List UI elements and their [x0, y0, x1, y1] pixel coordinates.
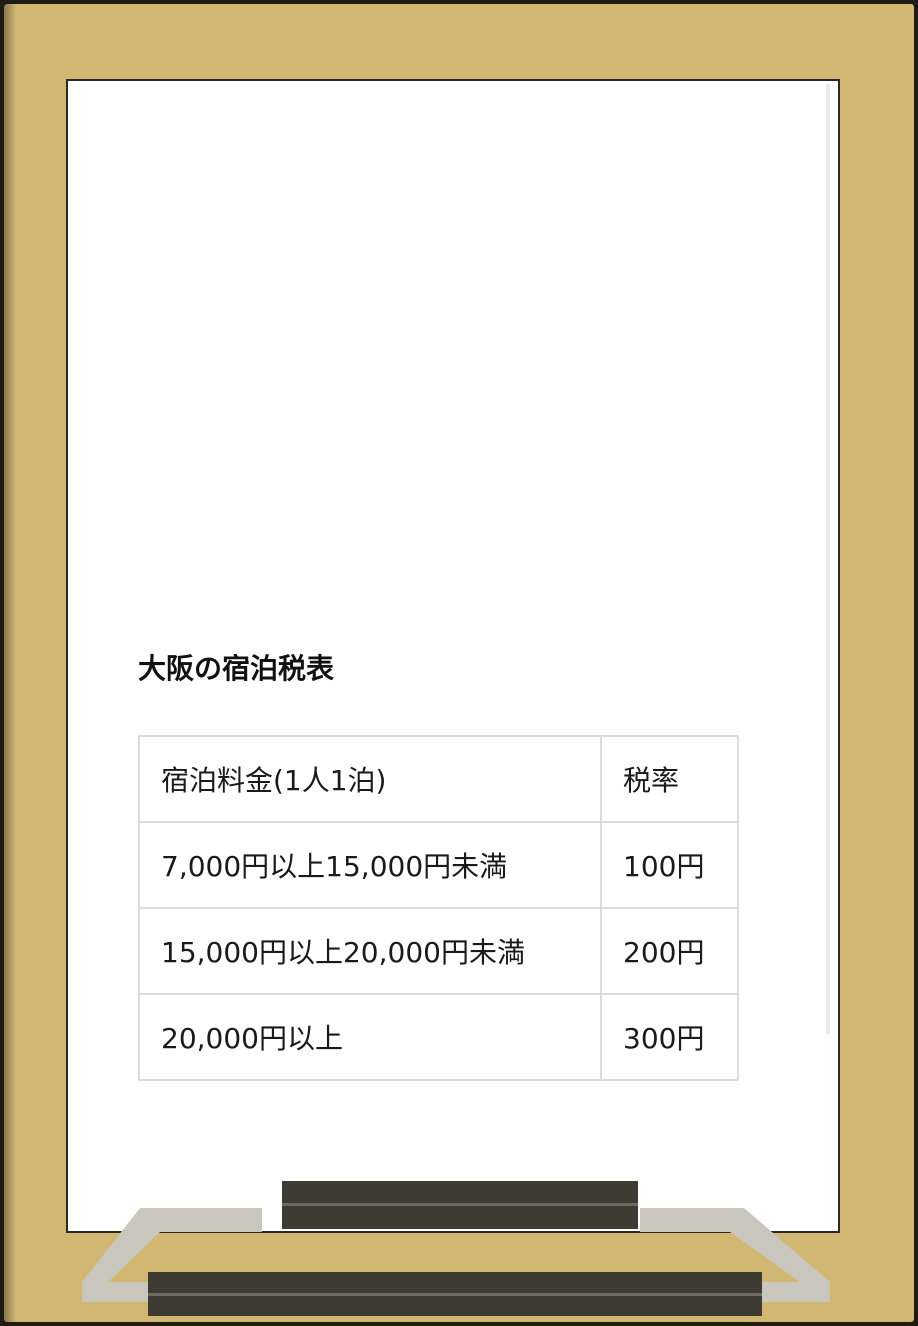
rate-cell: 100円: [600, 821, 739, 909]
frame-shadow: [4, 4, 16, 1322]
fee-cell: 7,000円以上15,000円未満: [138, 821, 602, 909]
board-edge: [826, 84, 830, 1034]
header-rate-cell: 税率: [600, 735, 739, 823]
rate-cell: 300円: [600, 993, 739, 1081]
table-row: 20,000円以上 300円: [138, 993, 739, 1081]
accommodation-tax-table: 宿泊料金(1人1泊) 税率 7,000円以上15,000円未満 100円 15,…: [138, 735, 739, 1081]
table-heading: 大阪の宿泊税表: [138, 652, 335, 685]
fee-cell: 20,000円以上: [138, 993, 602, 1081]
header-fee-cell: 宿泊料金(1人1泊): [138, 735, 602, 823]
fee-cell: 15,000円以上20,000円未満: [138, 907, 602, 995]
rate-cell: 200円: [600, 907, 739, 995]
table-row: 15,000円以上20,000円未満 200円: [138, 907, 739, 995]
table-row: 7,000円以上15,000円未満 100円: [138, 821, 739, 909]
table-header-row: 宿泊料金(1人1泊) 税率: [138, 735, 739, 823]
